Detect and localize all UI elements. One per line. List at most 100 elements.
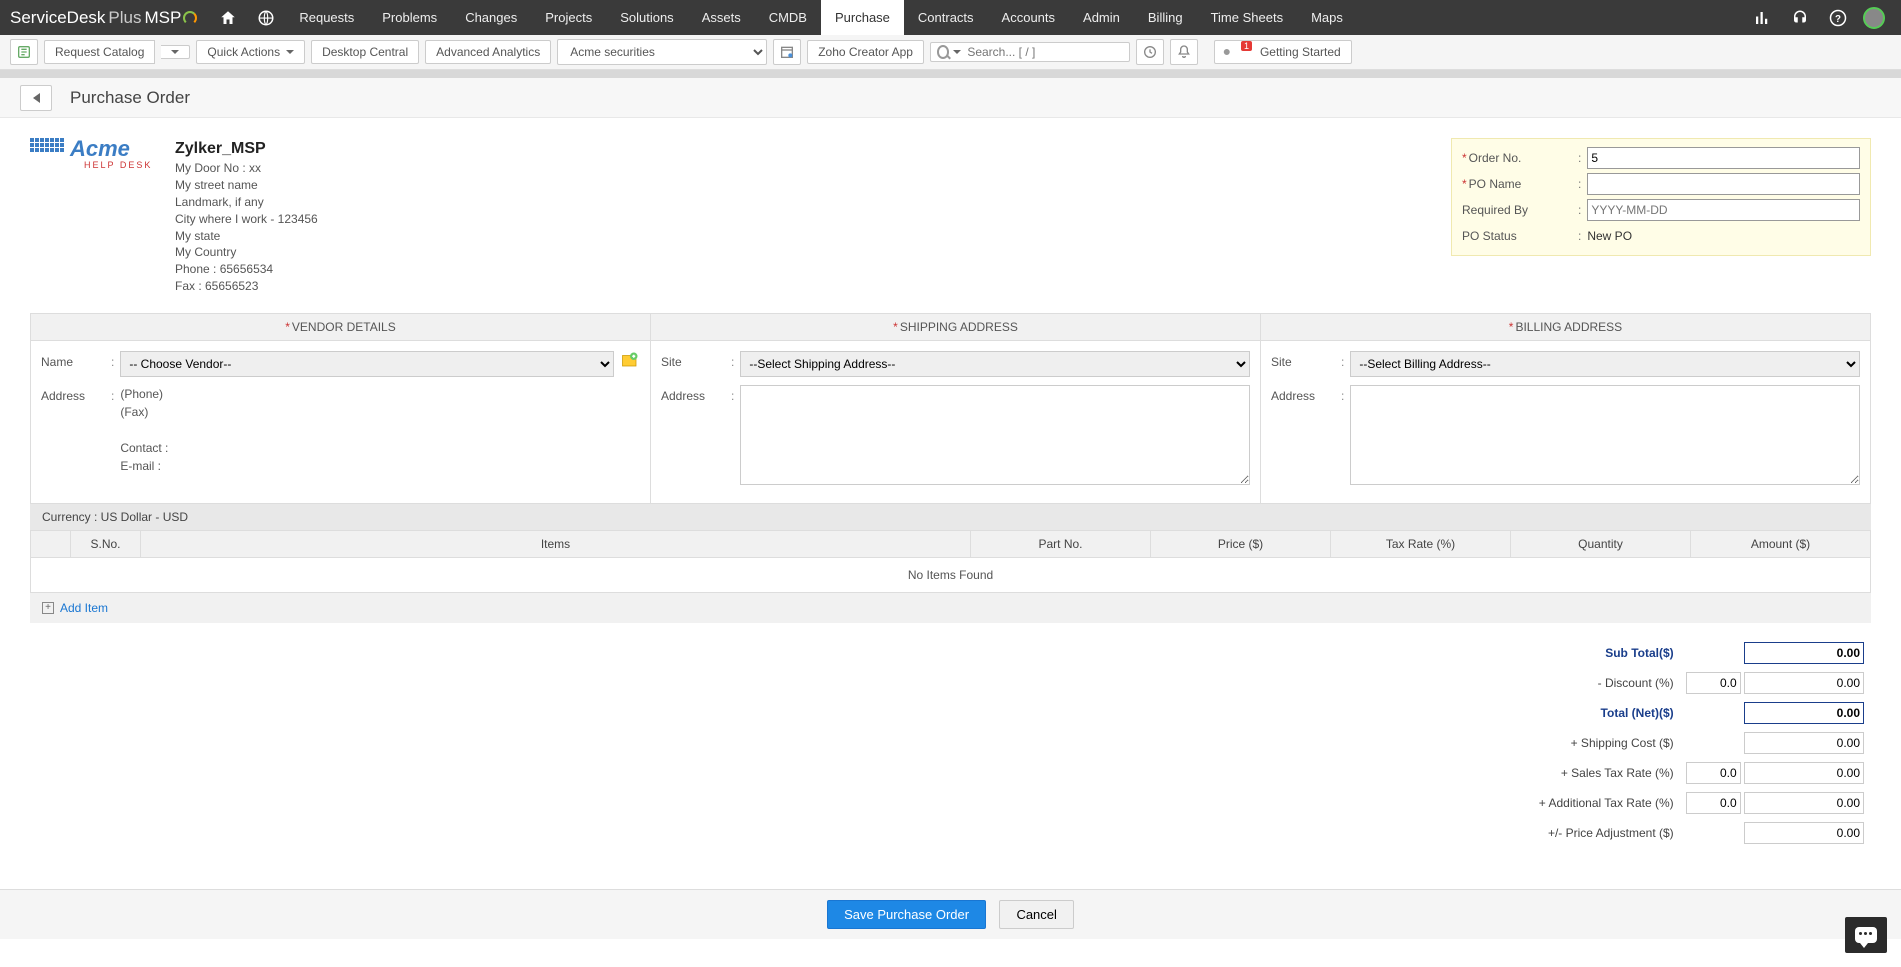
vendor-contact: Contact : xyxy=(120,439,640,457)
advanced-analytics-button[interactable]: Advanced Analytics xyxy=(425,40,551,64)
chevron-down-icon xyxy=(171,50,179,54)
headset-icon[interactable] xyxy=(1791,9,1809,27)
chevron-down-icon xyxy=(286,50,294,54)
shipping-address-textarea[interactable] xyxy=(740,385,1250,485)
svg-text:?: ? xyxy=(1835,13,1841,24)
billing-site-select[interactable]: --Select Billing Address-- xyxy=(1350,351,1860,377)
company-info: Zylker_MSP My Door No : xxMy street name… xyxy=(175,138,318,295)
globe-icon[interactable] xyxy=(257,9,275,27)
tab-billing[interactable]: Billing xyxy=(1134,0,1197,35)
tab-requests[interactable]: Requests xyxy=(285,0,368,35)
help-icon[interactable]: ? xyxy=(1829,9,1847,27)
tab-admin[interactable]: Admin xyxy=(1069,0,1134,35)
po-meta-box: *Order No.: *PO Name: Required By: PO St… xyxy=(1451,138,1871,256)
shipping-section: *SHIPPING ADDRESS Site: --Select Shippin… xyxy=(651,314,1261,503)
tab-time-sheets[interactable]: Time Sheets xyxy=(1197,0,1298,35)
discount-pct-input[interactable] xyxy=(1686,672,1741,694)
chat-fab[interactable] xyxy=(1845,917,1887,953)
tab-purchase[interactable]: Purchase xyxy=(821,0,904,35)
items-col: Items xyxy=(141,530,971,557)
add-vendor-icon[interactable] xyxy=(620,351,640,369)
content-area: Acme HELP DESK Zylker_MSP My Door No : x… xyxy=(0,118,1901,869)
shipping-site-label: Site xyxy=(661,351,731,369)
shipping-label: + Shipping Cost ($) xyxy=(1534,729,1679,757)
footer-bar: Save Purchase Order Cancel xyxy=(0,889,1901,939)
back-button[interactable] xyxy=(20,85,52,111)
tab-assets[interactable]: Assets xyxy=(688,0,755,35)
brand-service: ServiceDesk xyxy=(10,8,105,28)
billing-header: *BILLING ADDRESS xyxy=(1261,314,1870,341)
order-no-label: *Order No. xyxy=(1462,151,1572,165)
totals-block: Sub Total($) - Discount (%) Total (Net)(… xyxy=(30,637,1871,849)
addl-amt[interactable] xyxy=(1744,792,1864,814)
currency-bar: Currency : US Dollar - USD xyxy=(30,504,1871,530)
addl-label: + Additional Tax Rate (%) xyxy=(1534,789,1679,817)
pin-icon xyxy=(1222,44,1239,61)
po-name-label: *PO Name xyxy=(1462,177,1572,191)
add-item-link[interactable]: Add Item xyxy=(60,601,108,615)
company-line: Fax : 65656523 xyxy=(175,278,318,295)
org-select[interactable]: Acme securities xyxy=(557,39,767,65)
notifications-icon[interactable] xyxy=(1170,39,1198,65)
desktop-central-button[interactable]: Desktop Central xyxy=(311,40,419,64)
logo-text: Acme xyxy=(70,136,130,162)
save-button[interactable]: Save Purchase Order xyxy=(827,900,986,929)
search-box[interactable] xyxy=(930,42,1130,62)
chat-icon xyxy=(1855,927,1877,943)
tab-maps[interactable]: Maps xyxy=(1297,0,1357,35)
tab-contracts[interactable]: Contracts xyxy=(904,0,988,35)
order-no-input[interactable] xyxy=(1587,147,1860,169)
vendor-select[interactable]: -- Choose Vendor-- xyxy=(120,351,614,377)
tab-accounts[interactable]: Accounts xyxy=(988,0,1069,35)
advanced-analytics-label: Advanced Analytics xyxy=(436,45,540,59)
getting-started-label: Getting Started xyxy=(1260,45,1341,59)
company-name: Zylker_MSP xyxy=(175,138,318,160)
user-avatar[interactable] xyxy=(1863,7,1885,29)
brand-msp: MSP xyxy=(145,8,182,28)
tab-cmdb[interactable]: CMDB xyxy=(755,0,821,35)
desktop-central-label: Desktop Central xyxy=(322,45,408,59)
request-catalog-label: Request Catalog xyxy=(55,45,144,59)
request-catalog-button[interactable]: Request Catalog xyxy=(44,40,155,64)
nav-tabs: RequestsProblemsChangesProjectsSolutions… xyxy=(285,0,1357,35)
items-col: Part No. xyxy=(971,530,1151,557)
shipping-site-select[interactable]: --Select Shipping Address-- xyxy=(740,351,1250,377)
items-col: Quantity xyxy=(1511,530,1691,557)
tab-solutions[interactable]: Solutions xyxy=(606,0,687,35)
subtotal-value[interactable] xyxy=(1744,642,1864,664)
tab-projects[interactable]: Projects xyxy=(531,0,606,35)
brand-logo: ServiceDesk Plus MSP xyxy=(10,8,197,28)
cancel-button[interactable]: Cancel xyxy=(999,900,1073,929)
add-item-row: + Add Item xyxy=(30,593,1871,623)
search-input[interactable] xyxy=(967,45,1123,59)
company-line: City where I work - 123456 xyxy=(175,211,318,228)
items-col xyxy=(31,530,71,557)
chevron-down-icon[interactable] xyxy=(953,50,961,54)
quick-actions-button[interactable]: Quick Actions xyxy=(196,40,305,64)
tab-problems[interactable]: Problems xyxy=(368,0,451,35)
adj-input[interactable] xyxy=(1744,822,1864,844)
top-nav: ServiceDesk Plus MSP RequestsProblemsCha… xyxy=(0,0,1901,35)
request-catalog-dropdown[interactable] xyxy=(161,45,190,59)
vendor-name-label: Name xyxy=(41,351,111,369)
billing-section: *BILLING ADDRESS Site: --Select Billing … xyxy=(1261,314,1870,503)
sales-amt[interactable] xyxy=(1744,762,1864,784)
zoho-creator-button[interactable]: Zoho Creator App xyxy=(807,40,924,64)
getting-started-button[interactable]: 1 Getting Started xyxy=(1214,40,1352,64)
reports-icon[interactable] xyxy=(1753,9,1771,27)
billing-address-textarea[interactable] xyxy=(1350,385,1860,485)
required-by-input[interactable] xyxy=(1587,199,1860,221)
po-name-input[interactable] xyxy=(1587,173,1860,195)
sales-pct-input[interactable] xyxy=(1686,762,1741,784)
addl-pct-input[interactable] xyxy=(1686,792,1741,814)
vendor-section: *VENDOR DETAILS Name: -- Choose Vendor--… xyxy=(31,314,651,503)
tab-changes[interactable]: Changes xyxy=(451,0,531,35)
discount-amt[interactable] xyxy=(1744,672,1864,694)
calendar-icon[interactable] xyxy=(773,39,801,65)
shipping-input[interactable] xyxy=(1744,732,1864,754)
recent-items-icon[interactable] xyxy=(1136,39,1164,65)
templates-icon[interactable] xyxy=(10,39,38,65)
home-icon[interactable] xyxy=(219,9,237,27)
net-value[interactable] xyxy=(1744,702,1864,724)
po-status-value: New PO xyxy=(1587,229,1860,243)
